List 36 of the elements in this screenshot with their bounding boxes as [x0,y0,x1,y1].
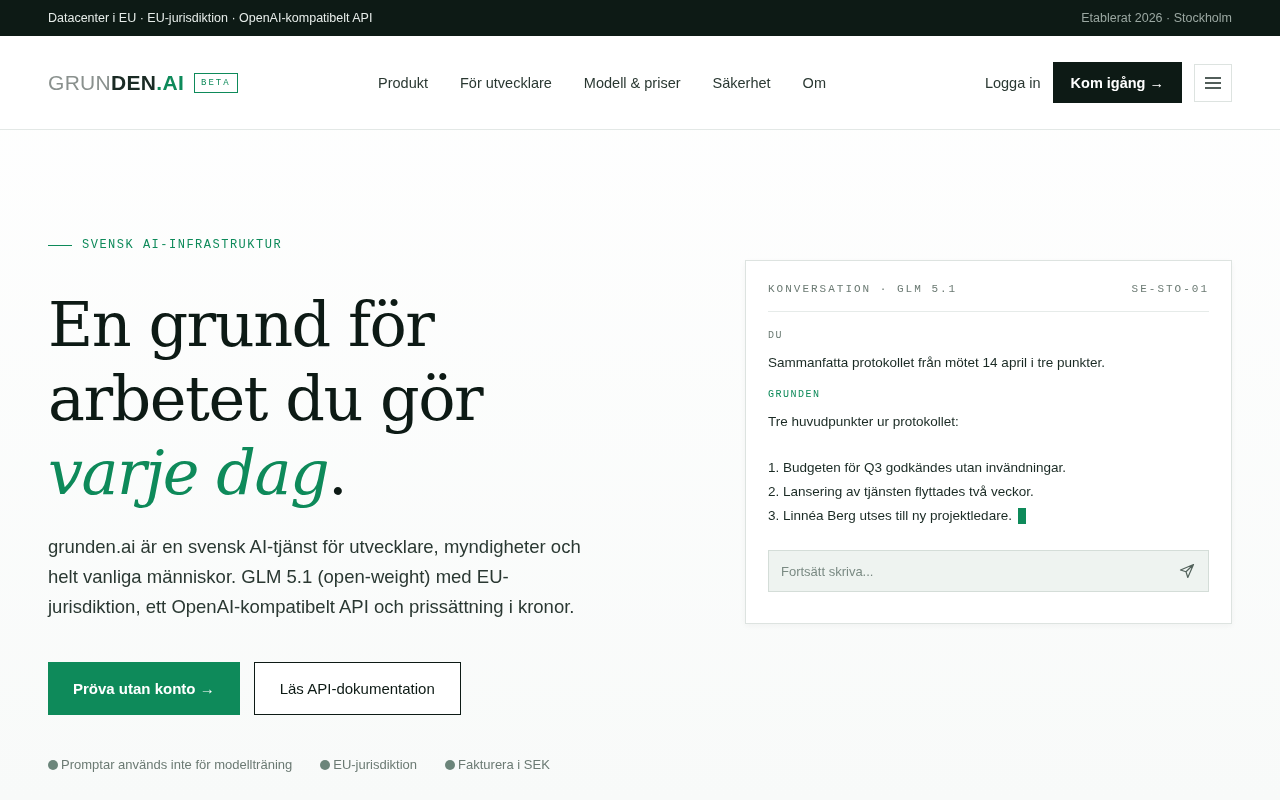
fact-text: Fakturera i SEK [458,757,550,772]
message-text: Tre huvudpunkter ur protokollet: [768,413,959,431]
beta-badge: BETA [194,72,238,93]
bullet-dot [48,759,58,770]
nav-link[interactable]: För utvecklare [460,74,552,91]
logo[interactable]: GRUNDEN.AI [48,70,185,95]
bullet-dot [445,759,456,770]
nav-link[interactable]: Om [802,74,826,91]
topbar-text: Datacenter i EU · EU-jurisdiktion · OpenAI-kompatibelt API [48,11,373,25]
nav-link[interactable]: Produkt [378,74,428,91]
menu-button[interactable] [1194,63,1232,102]
nav-link[interactable]: Modell & priser [583,74,681,91]
headline: En grund för arbetet du gör varje dag. [48,288,485,510]
chat-title: KONVERSATION · GLM 5.1 [768,283,958,295]
eyebrow-text: SVENSK AI-INFRASTRUKTUR [82,238,283,252]
chat-input[interactable]: Fortsätt skriva... [768,550,1209,592]
docs-button[interactable]: Läs API-dokumentation [253,662,461,715]
region-label: SE-STO-01 [1131,283,1209,295]
nav-link[interactable]: Säkerhet [712,74,771,91]
get-started-button[interactable]: Kom igång → [1052,62,1182,103]
role-label: GRUNDEN [768,389,822,400]
menu-icon [1205,76,1221,89]
role-label: DU [768,330,784,341]
topbar-text: Etablerat 2026 · Stockholm [1081,11,1232,25]
send-icon[interactable] [1179,563,1195,579]
bullet-dot [320,759,331,770]
fact-text: EU-jurisdiktion [333,757,418,772]
text-cursor [1017,508,1026,524]
message-text: Sammanfatta protokollet från mötet 14 april i tre punkter. [768,354,1105,372]
lead-paragraph: grunden.ai är en svensk AI-tjänst för utvecklare, myndigheter och helt vanliga människor. GLM 5.1 (open-weight) med EU-jurisdiktion, ett OpenAI-kompatibelt API och prissättning i kronor. [48,535,582,619]
message-text: 1. Budgeten för Q3 godkändes utan invändningar. [768,459,1066,477]
try-button[interactable]: Pröva utan konto → [48,662,240,715]
message-text: 2. Lansering av tjänsten flyttades två veckor. [768,483,1034,501]
message-text: 3. Linnéa Berg utses till ny projektledare. [768,507,1012,525]
login-link[interactable]: Logga in [984,74,1041,91]
fact-text: Promptar används inte för modellträning [61,757,293,772]
